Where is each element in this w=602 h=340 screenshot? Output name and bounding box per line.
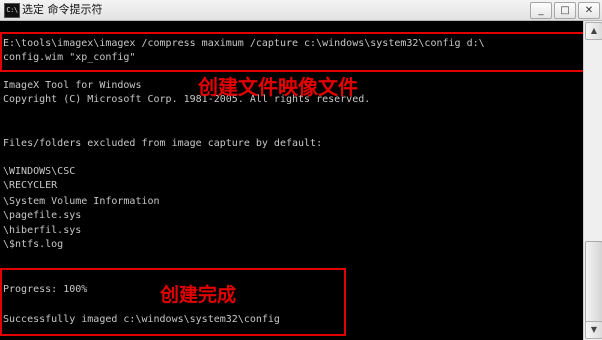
scroll-up-arrow-icon[interactable]: ▲ <box>585 22 602 40</box>
console-line-excluded-item: \RECYCLER <box>3 180 58 191</box>
console-line-excluded-item: \$ntfs.log <box>3 239 64 250</box>
console-line-excluded-header: Files/folders excluded from image captur… <box>3 138 323 149</box>
title-bar[interactable]: C:\ 选定 命令提示符 _ □ ✕ <box>0 0 602 21</box>
maximize-button[interactable]: □ <box>554 2 576 19</box>
cmd-app-icon[interactable]: C:\ <box>4 3 20 18</box>
scroll-down-arrow-icon[interactable]: ▼ <box>585 321 602 339</box>
console-line-excluded-item: \WINDOWS\CSC <box>3 166 76 177</box>
console-line-excluded-item: \pagefile.sys <box>3 210 82 221</box>
annotation-command-box <box>0 32 583 72</box>
vertical-scrollbar[interactable]: ▲ ▼ <box>583 21 602 340</box>
scrollbar-thumb[interactable] <box>585 241 602 323</box>
minimize-button[interactable]: _ <box>530 2 552 19</box>
close-button[interactable]: ✕ <box>578 2 600 19</box>
console-line-tool-name: ImageX Tool for Windows <box>3 80 142 91</box>
annotation-create-done-label: 创建完成 <box>160 284 237 306</box>
window-title: 选定 命令提示符 <box>22 3 103 16</box>
console-line-excluded-item: \System Volume Information <box>3 196 160 207</box>
console-line-excluded-item: \hiberfil.sys <box>3 225 82 236</box>
console-output[interactable]: E:\tools\imagex\imagex /compress maximum… <box>0 21 583 340</box>
command-prompt-window: C:\ 选定 命令提示符 _ □ ✕ E:\tools\imagex\image… <box>0 0 602 340</box>
annotation-create-image-label: 创建文件映像文件 <box>198 75 358 99</box>
window-controls: _ □ ✕ <box>530 2 600 19</box>
